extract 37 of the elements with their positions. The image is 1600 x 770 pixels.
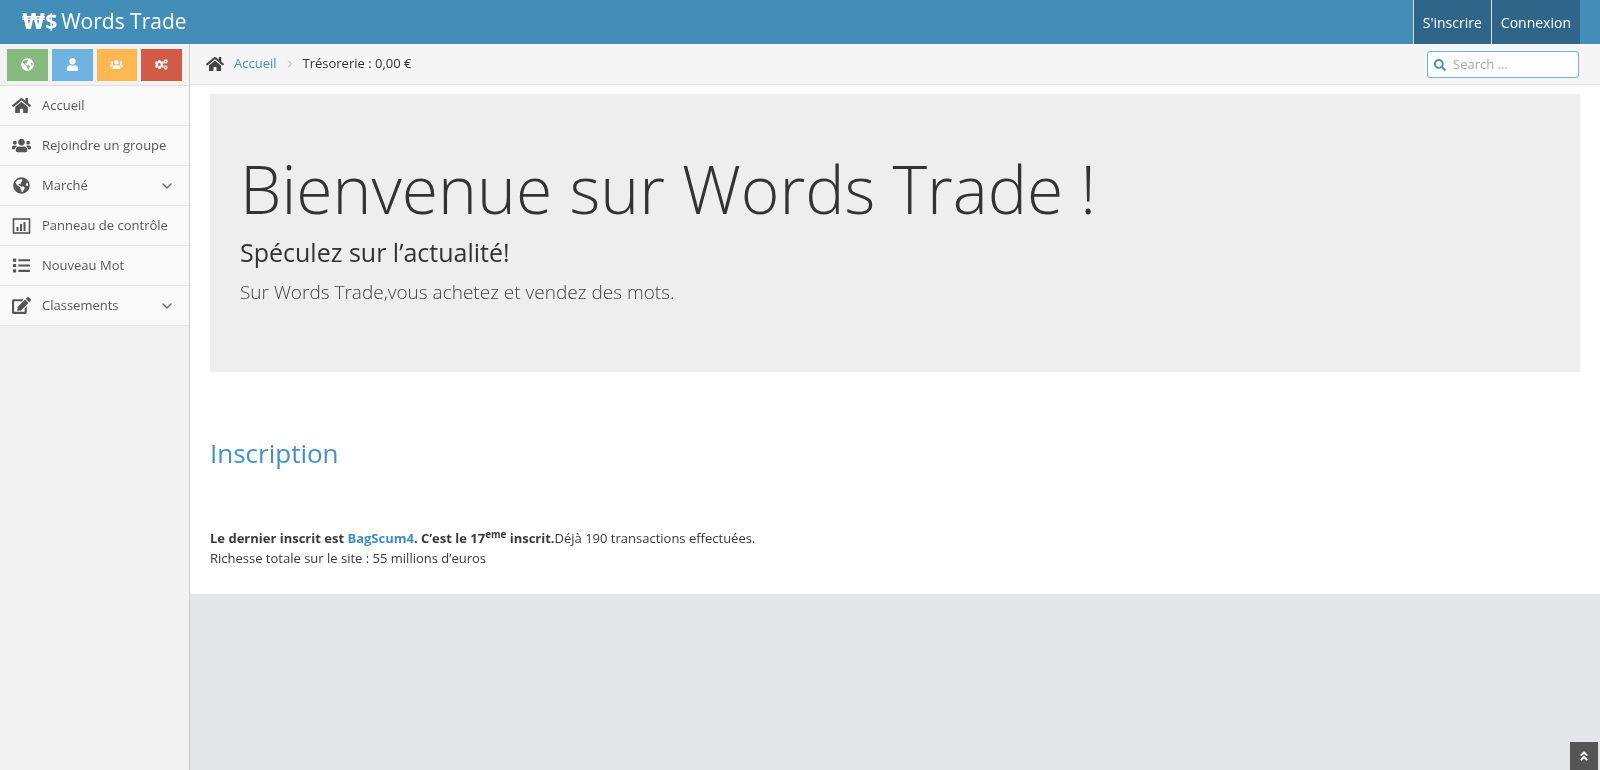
shortcut-button[interactable] <box>141 48 182 81</box>
sidebar-item[interactable]: Marché <box>0 166 189 206</box>
double-up-icon <box>1578 750 1590 762</box>
sidebar-item[interactable]: Classements <box>0 286 189 326</box>
member-link[interactable]: BagScum4 <box>347 529 414 547</box>
bar-chart-icon <box>12 217 31 234</box>
sidebar-item[interactable]: Rejoindre un groupe <box>0 126 189 166</box>
hero-title: Bienvenue sur Words Trade ! <box>240 148 1098 228</box>
shortcut-button[interactable] <box>7 48 48 81</box>
list-icon <box>12 257 31 274</box>
section-title: Inscription <box>210 434 340 473</box>
gears-icon <box>155 58 169 71</box>
brand-title: Words Trade <box>61 6 187 38</box>
brand-logo: ₩$ <box>22 6 58 38</box>
globe-icon <box>20 58 34 71</box>
shortcut-button[interactable] <box>51 48 93 81</box>
header-button[interactable]: Connexion <box>1490 0 1580 44</box>
user-icon <box>65 58 79 71</box>
shortcut-button[interactable] <box>96 48 138 81</box>
search-field[interactable]: Search ... <box>1427 50 1579 78</box>
scroll-top-button[interactable] <box>1570 742 1598 770</box>
edit-icon <box>12 297 31 314</box>
header-button[interactable]: S'inscrire <box>1412 0 1491 44</box>
users-icon <box>12 137 31 154</box>
signup-info: Le dernier inscrit est BagScum4. C’est le 17$^{eme}$ inscrit.Déjà 190 transactions effectuées. <box>210 529 757 549</box>
users-icon <box>110 58 124 71</box>
breadcrumb-current: Trésorerie : 0,00 € <box>302 54 412 74</box>
globe-icon <box>12 177 31 194</box>
hero-text: Sur Words Trade,vous achetez et vendez des mots. <box>240 277 676 306</box>
sidebar-item[interactable]: Panneau de contrôle <box>0 206 189 246</box>
wealth-info: Richesse totale sur le site : 55 millions d’euros <box>210 548 488 568</box>
search-icon <box>1434 58 1446 71</box>
home-icon <box>206 55 224 73</box>
home-icon <box>12 97 31 114</box>
sidebar-item[interactable]: Accueil <box>0 86 189 126</box>
hero-subtitle: Spéculez sur l’actualité! <box>240 234 511 271</box>
sidebar-item[interactable]: Nouveau Mot <box>0 246 189 286</box>
